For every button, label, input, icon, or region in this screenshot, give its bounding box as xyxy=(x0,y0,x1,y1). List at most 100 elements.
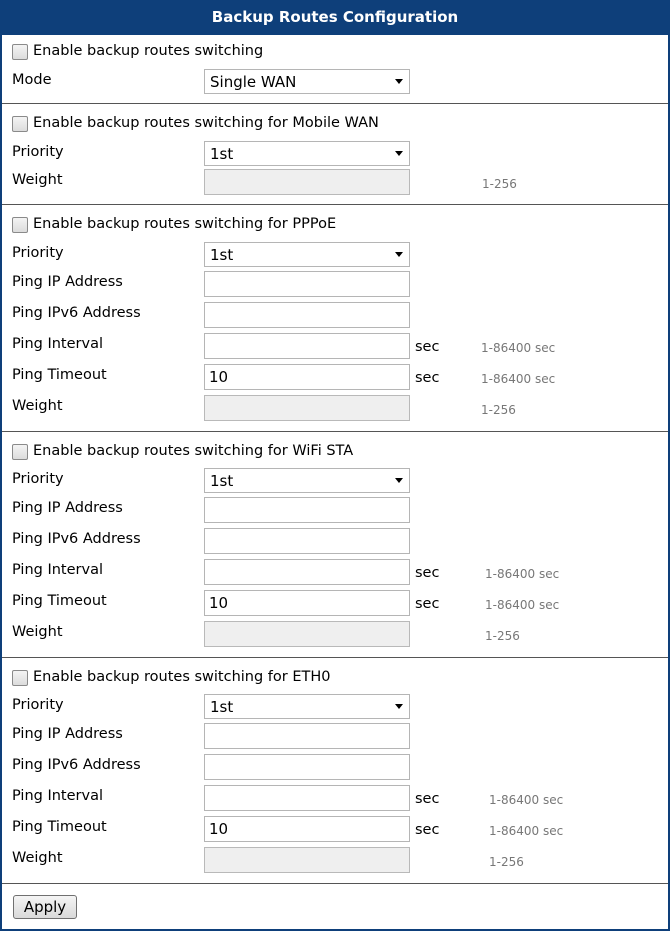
pppoe-ping-timeout-input[interactable]: 10 xyxy=(204,364,410,390)
wifi-sta-ping-timeout-row: Ping Timeout 10 sec 1-86400 sec xyxy=(12,590,662,616)
eth0-ping-ip-input[interactable] xyxy=(204,723,410,749)
pppoe-priority-label: Priority xyxy=(12,245,64,261)
wifi-sta-ping-timeout-label: Ping Timeout xyxy=(12,593,107,609)
pppoe-weight-hint: 1-256 xyxy=(481,403,516,417)
page-title: Backup Routes Configuration xyxy=(0,0,670,35)
eth0-ping-timeout-label: Ping Timeout xyxy=(12,819,107,835)
pppoe-enable-row: Enable backup routes switching for PPPoE xyxy=(12,213,662,239)
eth0-ping-interval-row: Ping Interval sec 1-86400 sec xyxy=(12,785,662,811)
chevron-down-icon xyxy=(395,151,403,156)
eth0-ping-interval-hint: 1-86400 sec xyxy=(489,793,564,807)
section-wifi-sta: Enable backup routes switching for WiFi … xyxy=(2,432,668,658)
pppoe-ping-interval-label: Ping Interval xyxy=(12,336,103,352)
mobile-wan-weight-input[interactable] xyxy=(204,169,410,195)
wifi-sta-weight-row: Weight 1-256 xyxy=(12,621,662,647)
eth0-priority-row: Priority 1st xyxy=(12,694,662,720)
pppoe-ping-interval-unit: sec xyxy=(415,339,440,355)
wifi-sta-priority-select[interactable]: 1st xyxy=(204,468,410,493)
pppoe-ping-ip-input[interactable] xyxy=(204,271,410,297)
mobile-wan-priority-label: Priority xyxy=(12,144,64,160)
enable-backup-checkbox[interactable] xyxy=(12,44,28,60)
eth0-priority-label: Priority xyxy=(12,697,64,713)
mobile-wan-enable-label[interactable]: Enable backup routes switching for Mobil… xyxy=(33,115,379,131)
wifi-sta-ping-timeout-hint: 1-86400 sec xyxy=(485,598,560,612)
wifi-sta-ping-ipv6-row: Ping IPv6 Address xyxy=(12,528,662,554)
mobile-wan-enable-row: Enable backup routes switching for Mobil… xyxy=(12,112,662,138)
eth0-enable-label[interactable]: Enable backup routes switching for ETH0 xyxy=(33,669,331,685)
mode-label: Mode xyxy=(12,72,52,88)
mode-row: Mode Single WAN xyxy=(12,69,662,95)
chevron-down-icon xyxy=(395,704,403,709)
eth0-enable-checkbox[interactable] xyxy=(12,670,28,686)
pppoe-ping-interval-hint: 1-86400 sec xyxy=(481,341,556,355)
wifi-sta-ping-timeout-input[interactable]: 10 xyxy=(204,590,410,616)
wifi-sta-weight-hint: 1-256 xyxy=(485,629,520,643)
mode-select[interactable]: Single WAN xyxy=(204,69,410,94)
pppoe-ping-timeout-hint: 1-86400 sec xyxy=(481,372,556,386)
wifi-sta-ping-interval-hint: 1-86400 sec xyxy=(485,567,560,581)
pppoe-weight-input[interactable] xyxy=(204,395,410,421)
mobile-wan-weight-hint: 1-256 xyxy=(482,177,517,191)
section-pppoe: Enable backup routes switching for PPPoE… xyxy=(2,205,668,432)
eth0-weight-label: Weight xyxy=(12,850,63,866)
eth0-ping-ip-row: Ping IP Address xyxy=(12,723,662,749)
enable-backup-label[interactable]: Enable backup routes switching xyxy=(33,43,263,59)
wifi-sta-ping-ipv6-label: Ping IPv6 Address xyxy=(12,531,141,547)
mobile-wan-priority-value: 1st xyxy=(210,145,234,163)
pppoe-priority-value: 1st xyxy=(210,246,234,264)
pppoe-priority-select[interactable]: 1st xyxy=(204,242,410,267)
eth0-ping-timeout-input[interactable]: 10 xyxy=(204,816,410,842)
wifi-sta-enable-checkbox[interactable] xyxy=(12,444,28,460)
pppoe-ping-interval-input[interactable] xyxy=(204,333,410,359)
section-eth0: Enable backup routes switching for ETH0 … xyxy=(2,658,668,884)
chevron-down-icon xyxy=(395,79,403,84)
wifi-sta-ping-interval-row: Ping Interval sec 1-86400 sec xyxy=(12,559,662,585)
wifi-sta-ping-ipv6-input[interactable] xyxy=(204,528,410,554)
eth0-enable-row: Enable backup routes switching for ETH0 xyxy=(12,666,662,692)
eth0-ping-interval-label: Ping Interval xyxy=(12,788,103,804)
eth0-ping-interval-input[interactable] xyxy=(204,785,410,811)
pppoe-ping-timeout-row: Ping Timeout 10 sec 1-86400 sec xyxy=(12,364,662,390)
wifi-sta-ping-interval-label: Ping Interval xyxy=(12,562,103,578)
wifi-sta-ping-interval-unit: sec xyxy=(415,565,440,581)
pppoe-enable-checkbox[interactable] xyxy=(12,217,28,233)
eth0-ping-ipv6-row: Ping IPv6 Address xyxy=(12,754,662,780)
pppoe-ping-ipv6-input[interactable] xyxy=(204,302,410,328)
pppoe-ping-ipv6-row: Ping IPv6 Address xyxy=(12,302,662,328)
pppoe-ping-timeout-label: Ping Timeout xyxy=(12,367,107,383)
eth0-ping-timeout-hint: 1-86400 sec xyxy=(489,824,564,838)
eth0-weight-input[interactable] xyxy=(204,847,410,873)
eth0-ping-timeout-unit: sec xyxy=(415,822,440,838)
pppoe-weight-row: Weight 1-256 xyxy=(12,395,662,421)
pppoe-ping-timeout-unit: sec xyxy=(415,370,440,386)
eth0-ping-ipv6-label: Ping IPv6 Address xyxy=(12,757,141,773)
eth0-ping-ipv6-input[interactable] xyxy=(204,754,410,780)
mobile-wan-priority-select[interactable]: 1st xyxy=(204,141,410,166)
apply-button[interactable]: Apply xyxy=(13,895,77,919)
mobile-wan-enable-checkbox[interactable] xyxy=(12,116,28,132)
enable-backup-row: Enable backup routes switching xyxy=(12,40,662,66)
wifi-sta-enable-row: Enable backup routes switching for WiFi … xyxy=(12,440,662,466)
wifi-sta-ping-ip-label: Ping IP Address xyxy=(12,500,123,516)
section-general: Enable backup routes switching Mode Sing… xyxy=(2,35,668,104)
wifi-sta-priority-value: 1st xyxy=(210,472,234,490)
eth0-ping-ip-label: Ping IP Address xyxy=(12,726,123,742)
wifi-sta-ping-interval-input[interactable] xyxy=(204,559,410,585)
wifi-sta-ping-timeout-unit: sec xyxy=(415,596,440,612)
pppoe-enable-label[interactable]: Enable backup routes switching for PPPoE xyxy=(33,216,336,232)
pppoe-ping-ipv6-label: Ping IPv6 Address xyxy=(12,305,141,321)
pppoe-weight-label: Weight xyxy=(12,398,63,414)
pppoe-priority-row: Priority 1st xyxy=(12,242,662,268)
pppoe-ping-ip-row: Ping IP Address xyxy=(12,271,662,297)
mobile-wan-weight-label: Weight xyxy=(12,172,63,188)
wifi-sta-enable-label[interactable]: Enable backup routes switching for WiFi … xyxy=(33,443,353,459)
eth0-weight-hint: 1-256 xyxy=(489,855,524,869)
wifi-sta-weight-input[interactable] xyxy=(204,621,410,647)
mobile-wan-priority-row: Priority 1st xyxy=(12,141,662,167)
chevron-down-icon xyxy=(395,478,403,483)
eth0-priority-select[interactable]: 1st xyxy=(204,694,410,719)
eth0-ping-interval-unit: sec xyxy=(415,791,440,807)
pppoe-ping-interval-row: Ping Interval sec 1-86400 sec xyxy=(12,333,662,359)
wifi-sta-priority-label: Priority xyxy=(12,471,64,487)
wifi-sta-ping-ip-input[interactable] xyxy=(204,497,410,523)
